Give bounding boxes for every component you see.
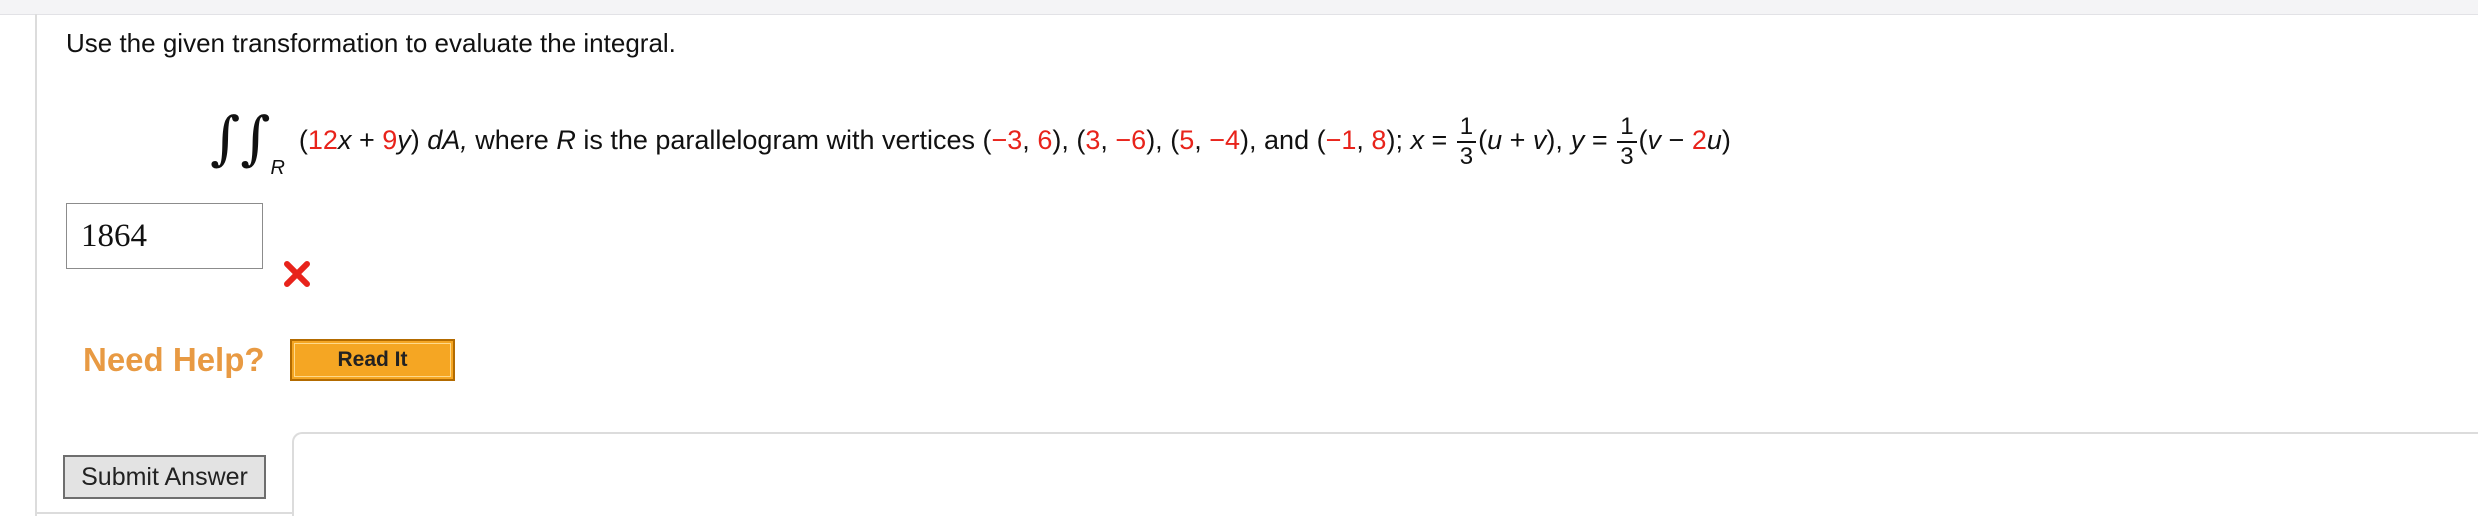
vertex: (3, −6), (1076, 124, 1171, 155)
vertex: (−1, 8) (1316, 124, 1396, 155)
need-help-label: Need Help? (83, 341, 265, 378)
question-page: Use the given transformation to evaluate… (0, 0, 2478, 518)
and-text: and (1264, 124, 1317, 155)
var-y: y (397, 124, 411, 155)
double-integral-symbol: ∫∫ (210, 104, 271, 172)
vertex: (5, −4), (1170, 124, 1265, 155)
vertex: (−3, 6), (982, 124, 1077, 155)
submit-answer-button[interactable]: Submit Answer (63, 455, 266, 499)
panel-border (35, 512, 293, 514)
integrand-open-paren: ( (298, 124, 308, 155)
differential: dA, (419, 124, 468, 155)
coef-x: 12 (307, 124, 338, 155)
minus-sign: − (1661, 124, 1692, 155)
question-prompt: Use the given transformation to evaluate… (66, 28, 676, 58)
var-u: u (1487, 124, 1503, 155)
open-paren: ( (1638, 124, 1648, 155)
x-mark-icon (284, 261, 310, 287)
close-paren: ) (1721, 124, 1731, 155)
integral-region-subscript: R (270, 156, 285, 179)
problem-statement: ∫∫ R (12x + 9y) dA, where R is the paral… (210, 100, 1731, 180)
transform-x-lhs: x (1410, 124, 1424, 155)
is-text: is the parallelogram with vertices (575, 124, 983, 155)
vertex-y: −6 (1115, 124, 1147, 155)
read-it-button[interactable]: Read It (290, 339, 455, 381)
equals-sign: = (1423, 124, 1455, 155)
equals-sign: = (1584, 124, 1616, 155)
transform-x: x = 1 3(u + v), (1410, 113, 1563, 170)
fraction: 13 (1456, 115, 1477, 170)
integrand: (12x + 9y) dA, (299, 125, 468, 156)
panel-divider (292, 432, 2478, 516)
fraction: 13 (1617, 115, 1637, 170)
integrand-close-paren: ) (410, 124, 420, 155)
vertex-x: −1 (1325, 124, 1357, 155)
vertex-y: 6 (1037, 124, 1053, 155)
open-paren: ( (1478, 124, 1488, 155)
answer-input[interactable]: 1864 (66, 203, 263, 269)
var-v: v (1532, 124, 1547, 155)
fraction-numerator: 1 (1617, 115, 1637, 143)
fraction-denominator: 3 (1459, 143, 1474, 170)
top-band (0, 0, 2478, 15)
plus-sign: + (351, 124, 383, 155)
semicolon: ; (1395, 124, 1411, 155)
transform-y-lhs: y (1570, 124, 1585, 155)
region-var: R (556, 124, 576, 155)
var-x: x (337, 124, 352, 155)
coef-y: 9 (382, 124, 398, 155)
plus-sign: + (1502, 124, 1533, 155)
fraction-denominator: 3 (1620, 143, 1634, 170)
close-paren: ), (1546, 124, 1563, 155)
transform-y: y = 1 3(v − 2 u) (1570, 113, 1731, 170)
coef-u: 2 (1691, 124, 1707, 155)
vertex-y: −4 (1209, 124, 1241, 155)
where-text: where (467, 124, 557, 155)
vertex-x: 3 (1085, 124, 1101, 155)
vertex-x: −3 (991, 124, 1023, 155)
vertex-y: 8 (1371, 124, 1387, 155)
fraction-numerator: 1 (1456, 115, 1477, 143)
var-v: v (1647, 124, 1662, 155)
vertex-x: 5 (1179, 124, 1195, 155)
var-u: u (1706, 124, 1722, 155)
